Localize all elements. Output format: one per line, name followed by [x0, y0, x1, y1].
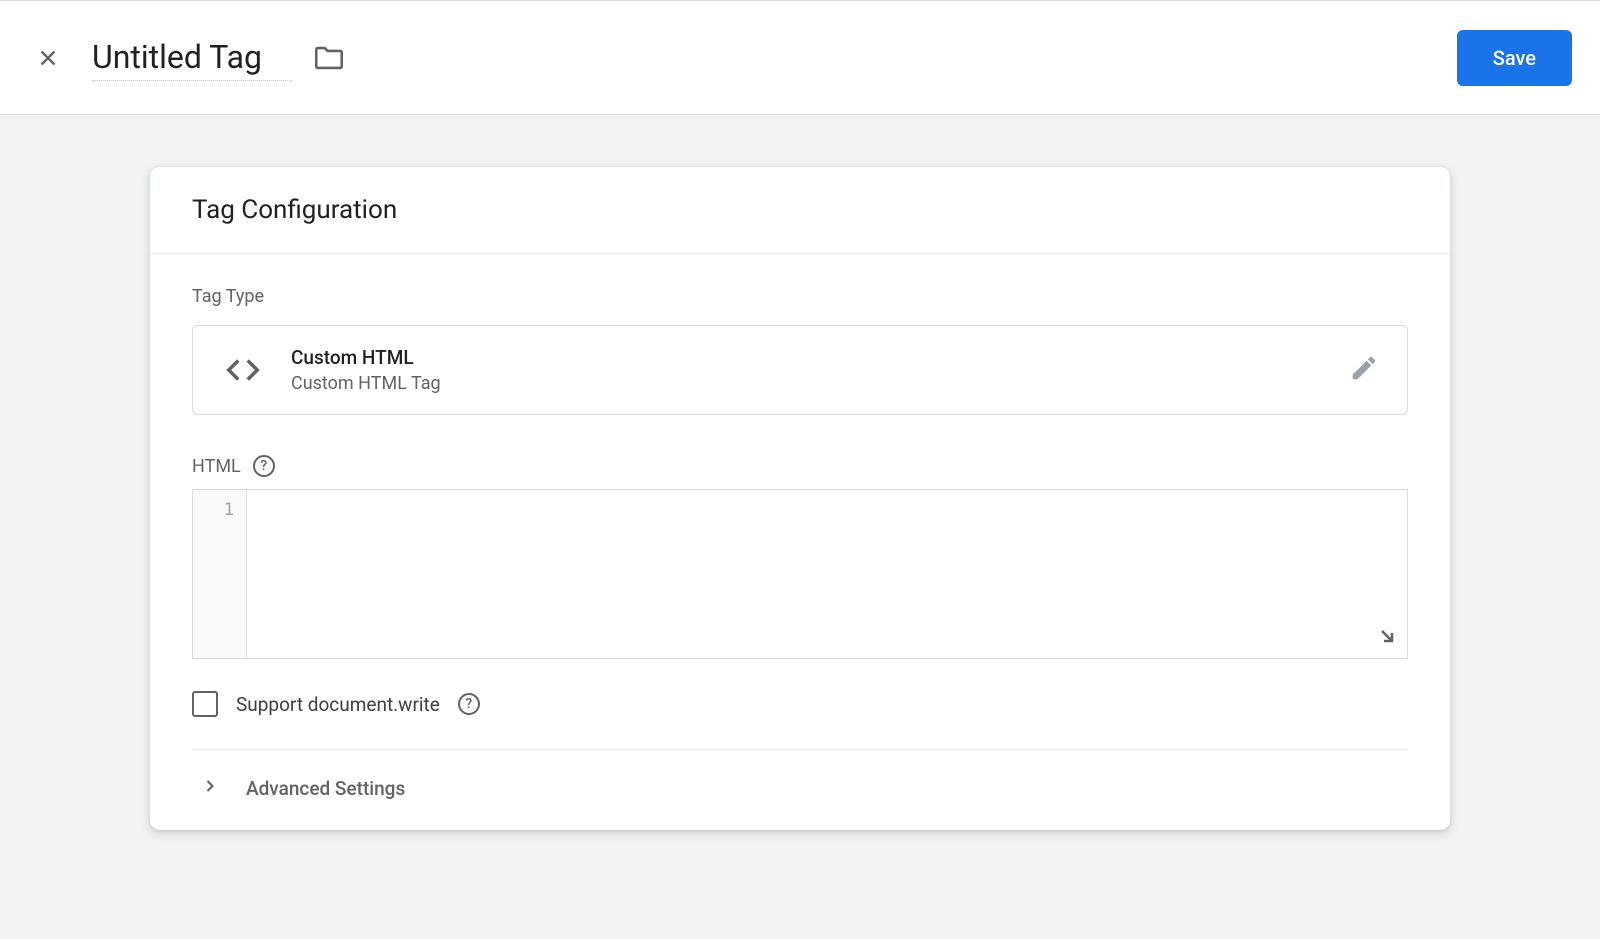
edit-tag-type-button[interactable]	[1349, 353, 1379, 387]
page-header: Save	[0, 0, 1600, 115]
html-code-editor[interactable]: 1	[192, 489, 1408, 659]
advanced-settings-toggle[interactable]: Advanced Settings	[192, 750, 1408, 830]
editor-gutter: 1	[193, 490, 247, 658]
html-field-label: HTML	[192, 456, 241, 477]
close-icon	[35, 45, 61, 71]
content-area: Tag Configuration Tag Type Custom HTML C…	[0, 115, 1600, 830]
resize-handle[interactable]	[1375, 624, 1399, 652]
tag-type-label: Tag Type	[192, 286, 1408, 307]
pencil-icon	[1349, 353, 1379, 383]
document-write-label: Support document.write	[236, 693, 440, 716]
document-write-help-button[interactable]: ?	[458, 693, 480, 715]
chevron-right-icon	[200, 776, 220, 800]
help-icon: ?	[465, 696, 472, 712]
document-write-checkbox[interactable]	[192, 691, 218, 717]
document-write-row: Support document.write ?	[192, 691, 1408, 750]
card-header: Tag Configuration	[150, 167, 1450, 254]
tag-type-name: Custom HTML	[291, 346, 1349, 369]
tag-type-description: Custom HTML Tag	[291, 373, 1349, 394]
resize-icon	[1375, 624, 1399, 648]
help-icon: ?	[260, 458, 267, 474]
html-help-button[interactable]: ?	[253, 455, 275, 477]
folder-button[interactable]	[312, 41, 346, 75]
tag-type-info: Custom HTML Custom HTML Tag	[291, 346, 1349, 394]
card-title: Tag Configuration	[192, 195, 1408, 225]
tag-config-card: Tag Configuration Tag Type Custom HTML C…	[150, 167, 1450, 830]
code-icon	[221, 348, 265, 392]
save-button[interactable]: Save	[1457, 30, 1572, 86]
html-label-row: HTML ?	[192, 455, 1408, 477]
code-textarea[interactable]	[247, 490, 1407, 658]
tag-title-input[interactable]	[92, 34, 292, 81]
tag-type-selector[interactable]: Custom HTML Custom HTML Tag	[192, 325, 1408, 415]
line-number: 1	[193, 500, 234, 520]
folder-icon	[312, 41, 346, 75]
close-button[interactable]	[28, 38, 68, 78]
advanced-settings-label: Advanced Settings	[246, 777, 405, 800]
